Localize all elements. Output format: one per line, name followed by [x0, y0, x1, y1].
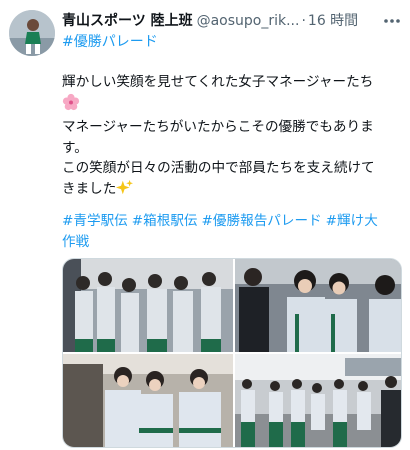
body-line: この笑顔が日々の活動の中で部員たちを支え続けて	[62, 158, 402, 179]
header-hashtag[interactable]: #優勝パレード	[62, 31, 158, 51]
separator-dot: ·	[301, 13, 306, 29]
tweet-hashtags: #青学駅伝 #箱根駅伝 #優勝報告パレード #輝け大作戦	[62, 211, 402, 252]
hashtag-link[interactable]: #箱根駅伝	[132, 213, 198, 229]
tweet-body: 輝かしい笑顔を見せてくれた女子マネージャーたち マネージャーたちがいたからこその…	[62, 72, 402, 202]
hashtag-link[interactable]: #優勝報告パレード	[202, 213, 322, 229]
more-options-icon[interactable]	[382, 12, 402, 24]
author-name[interactable]: 青山スポーツ 陸上班	[62, 13, 193, 29]
body-line-text: 輝かしい笑顔を見せてくれた女子マネージャーたち	[62, 74, 374, 90]
author-handle[interactable]: @aosupo_rik...	[197, 13, 300, 29]
photo-2[interactable]	[235, 259, 401, 352]
author-avatar[interactable]	[9, 10, 55, 56]
timestamp[interactable]: 16 時間	[308, 13, 358, 29]
sparkles-icon	[116, 179, 134, 203]
media-grid	[62, 258, 402, 448]
hashtag-link[interactable]: #輝け大	[326, 213, 378, 229]
photo-1[interactable]	[63, 259, 233, 352]
body-line: 輝かしい笑顔を見せてくれた女子マネージャーたち	[62, 72, 402, 93]
body-line	[62, 93, 402, 118]
hashtag-link[interactable]: #青学駅伝	[62, 213, 128, 229]
hashtag-link[interactable]: 作戦	[62, 234, 89, 250]
body-line: きました	[62, 179, 402, 203]
body-line: す。	[62, 138, 402, 159]
body-line-text: マネージャーたちがいたからこその優勝でもありま	[62, 119, 374, 135]
tweet-header: 青山スポーツ 陸上班 @aosupo_rik... · 16 時間	[62, 10, 402, 32]
photo-3[interactable]	[63, 354, 233, 447]
photo-4[interactable]	[235, 354, 401, 447]
body-line-text: す。	[62, 139, 88, 156]
body-line-text: きました	[62, 180, 117, 197]
body-line-text: この笑顔が日々の活動の中で部員たちを支え続けて	[62, 160, 375, 176]
cherry-blossom-icon	[62, 93, 80, 118]
body-line: マネージャーたちがいたからこその優勝でもありま	[62, 117, 402, 138]
